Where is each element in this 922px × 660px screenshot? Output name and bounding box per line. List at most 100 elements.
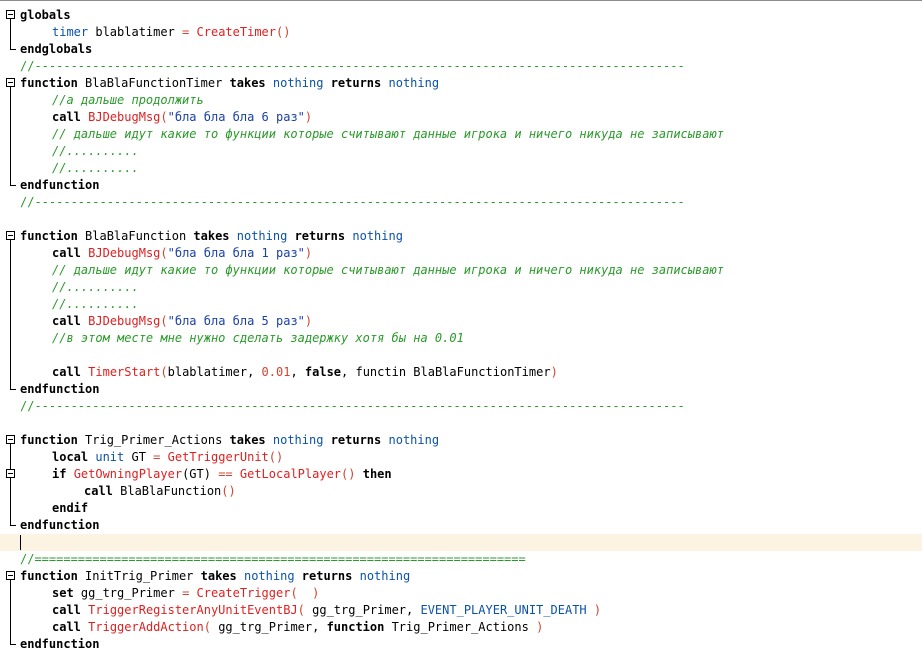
code-token: function: [20, 433, 78, 447]
code-line[interactable]: // дальше идут какие то функции которые …: [0, 126, 922, 143]
code-token: "бла бла бла 5 раз": [167, 314, 305, 328]
code-line[interactable]: //..........: [0, 296, 922, 313]
code-line[interactable]: call TriggerRegisterAnyUnitEventBJ( gg_t…: [0, 602, 922, 619]
code-line[interactable]: endif: [0, 500, 922, 517]
code-token: CreateTrigger: [196, 586, 291, 600]
code-token: function: [20, 569, 78, 583]
code-line[interactable]: timer blablatimer = CreateTimer(): [0, 24, 922, 41]
code-token: returns: [330, 76, 382, 90]
code-line[interactable]: call TimerStart(blablatimer, 0.01, false…: [0, 364, 922, 381]
code-text: // дальше идут какие то функции которые …: [52, 262, 724, 279]
code-line[interactable]: //--------------------------------------…: [0, 194, 922, 211]
fold-gutter: [0, 7, 20, 24]
code-token: functin BlaBlaFunctionTimer: [355, 365, 551, 379]
code-line[interactable]: [0, 347, 922, 364]
code-line[interactable]: function InitTrig_Primer takes nothing r…: [0, 568, 922, 585]
code-line[interactable]: //в этом месте мне нужно сделать задержк…: [0, 330, 922, 347]
code-line[interactable]: //..........: [0, 143, 922, 160]
code-line[interactable]: endglobals: [0, 41, 922, 58]
code-token: TriggerAddAction: [88, 620, 204, 634]
code-editor[interactable]: globals timer blablatimer = CreateTimer()…: [0, 0, 922, 660]
code-token: (: [160, 246, 168, 260]
code-token: timer: [52, 25, 89, 39]
code-text: //--------------------------------------…: [20, 398, 685, 415]
code-text: if GetOwningPlayer(GT) == GetLocalPlayer…: [52, 466, 392, 483]
code-text: //..........: [52, 160, 139, 177]
code-text: //..........: [52, 143, 139, 160]
code-text: local unit GT = GetTriggerUnit(): [52, 449, 283, 466]
code-line[interactable]: call BJDebugMsg("бла бла бла 6 раз"): [0, 109, 922, 126]
code-token: Trig_Primer_Actions: [77, 433, 230, 447]
fold-collapse-icon[interactable]: [6, 435, 15, 444]
code-token: "бла бла бла 6 раз": [167, 110, 305, 124]
code-line[interactable]: globals: [0, 7, 922, 24]
code-token: ): [536, 620, 544, 634]
code-line[interactable]: //..........: [0, 279, 922, 296]
fold-collapse-icon[interactable]: [6, 469, 15, 478]
code-token: (: [160, 314, 168, 328]
code-line[interactable]: local unit GT = GetTriggerUnit(): [0, 449, 922, 466]
code-line[interactable]: //--------------------------------------…: [0, 58, 922, 75]
code-token: ( ): [290, 586, 320, 600]
code-token: call: [52, 603, 81, 617]
code-line[interactable]: endfunction: [0, 177, 922, 194]
code-token: // дальше идут какие то функции которые …: [52, 127, 724, 141]
code-token: BJDebugMsg: [88, 314, 161, 328]
code-line[interactable]: call BJDebugMsg("бла бла бла 5 раз"): [0, 313, 922, 330]
code-token: nothing: [243, 569, 295, 583]
fold-collapse-icon[interactable]: [6, 231, 15, 240]
code-line[interactable]: [0, 211, 922, 228]
fold-collapse-icon[interactable]: [6, 571, 15, 580]
code-line[interactable]: endfunction: [0, 381, 922, 398]
code-line[interactable]: call BJDebugMsg("бла бла бла 1 раз"): [0, 245, 922, 262]
code-token: Trig_Primer_Actions: [384, 620, 537, 634]
fold-gutter: [0, 347, 20, 364]
code-token: //..........: [52, 161, 139, 175]
code-line[interactable]: function BlaBlaFunction takes nothing re…: [0, 228, 922, 245]
code-token: BlaBlaFunction: [77, 229, 194, 243]
code-token: BJDebugMsg: [88, 246, 161, 260]
code-token: nothing: [359, 569, 411, 583]
code-token: (): [221, 484, 236, 498]
code-token: GetTriggerUnit: [167, 450, 269, 464]
code-line[interactable]: set gg_trg_Primer = CreateTrigger( ): [0, 585, 922, 602]
code-token: TriggerRegisterAnyUnitEventBJ: [88, 603, 298, 617]
code-line[interactable]: //а дальше продолжить: [0, 92, 922, 109]
code-token: // дальше идут какие то функции которые …: [52, 263, 724, 277]
code-line[interactable]: //======================================…: [0, 551, 922, 568]
fold-gutter: [0, 109, 20, 126]
code-line[interactable]: call BlaBlaFunction(): [0, 483, 922, 500]
code-token: (GT): [182, 467, 219, 481]
code-text: //..........: [52, 296, 139, 313]
code-token: returns: [301, 569, 353, 583]
code-token: blablatimer,: [167, 365, 262, 379]
code-token: call: [52, 620, 81, 634]
code-line[interactable]: function Trig_Primer_Actions takes nothi…: [0, 432, 922, 449]
fold-gutter: [0, 364, 20, 381]
code-line[interactable]: call TriggerAddAction( gg_trg_Primer, fu…: [0, 619, 922, 636]
code-token: (): [268, 450, 284, 464]
code-token: TimerStart: [88, 365, 161, 379]
code-text: call TriggerAddAction( gg_trg_Primer, fu…: [52, 619, 543, 636]
code-line[interactable]: function BlaBlaFunctionTimer takes nothi…: [0, 75, 922, 92]
code-text: call BJDebugMsg("бла бла бла 1 раз"): [52, 245, 312, 262]
fold-collapse-icon[interactable]: [6, 78, 15, 87]
code-line[interactable]: //..........: [0, 160, 922, 177]
code-line[interactable]: endfunction: [0, 636, 922, 653]
code-line[interactable]: endfunction: [0, 517, 922, 534]
fold-collapse-icon[interactable]: [6, 10, 15, 19]
code-line[interactable]: if GetOwningPlayer(GT) == GetLocalPlayer…: [0, 466, 922, 483]
code-line[interactable]: //--------------------------------------…: [0, 398, 922, 415]
code-text: endif: [52, 500, 88, 517]
fold-gutter: [0, 228, 20, 245]
code-token: function: [20, 76, 78, 90]
code-text: //в этом месте мне нужно сделать задержк…: [52, 330, 464, 347]
code-line[interactable]: [0, 534, 922, 551]
code-line[interactable]: [0, 415, 922, 432]
code-line[interactable]: // дальше идут какие то функции которые …: [0, 262, 922, 279]
